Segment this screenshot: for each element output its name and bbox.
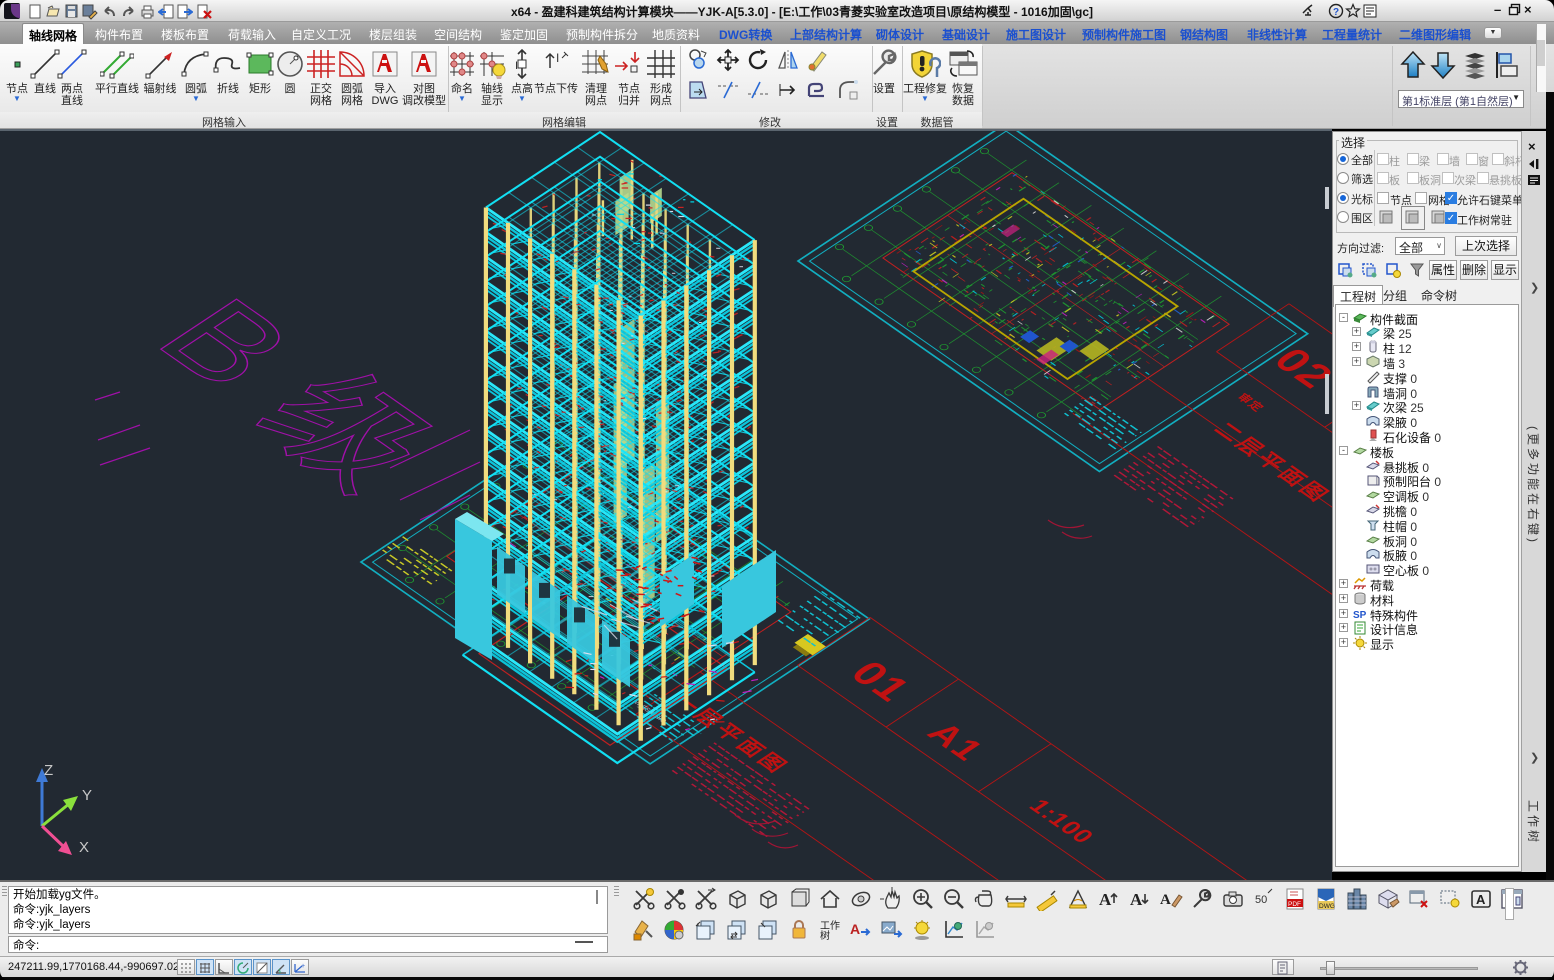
svg-text:级: 级 — [228, 352, 464, 513]
svg-text:?: ? — [1333, 7, 1339, 18]
svg-text:PDF: PDF — [1288, 901, 1301, 908]
svg-text:50: 50 — [1255, 894, 1267, 906]
svg-text:二层平面图: 二层平面图 — [1209, 419, 1332, 507]
svg-text:Z: Z — [44, 762, 53, 779]
svg-text:01: 01 — [841, 654, 922, 709]
svg-text:X: X — [79, 839, 89, 856]
svg-text:A: A — [1099, 890, 1112, 909]
svg-text:审定: 审定 — [1234, 391, 1268, 414]
svg-text:I: I — [556, 51, 559, 65]
svg-text:A: A — [1160, 892, 1171, 908]
svg-text:A: A — [1476, 892, 1486, 907]
svg-text:1:100: 1:100 — [1023, 795, 1100, 848]
svg-text:A1: A1 — [919, 716, 994, 767]
svg-text:A: A — [1130, 890, 1143, 909]
svg-text:+: + — [301, 963, 305, 970]
svg-text:树: 树 — [820, 929, 830, 942]
svg-text:02: 02 — [1264, 341, 1332, 396]
svg-text:B: B — [129, 277, 324, 408]
svg-text:Y: Y — [82, 787, 92, 804]
svg-text:DWG: DWG — [1319, 903, 1335, 910]
svg-text:I: I — [515, 60, 518, 72]
svg-text:A: A — [850, 921, 860, 937]
